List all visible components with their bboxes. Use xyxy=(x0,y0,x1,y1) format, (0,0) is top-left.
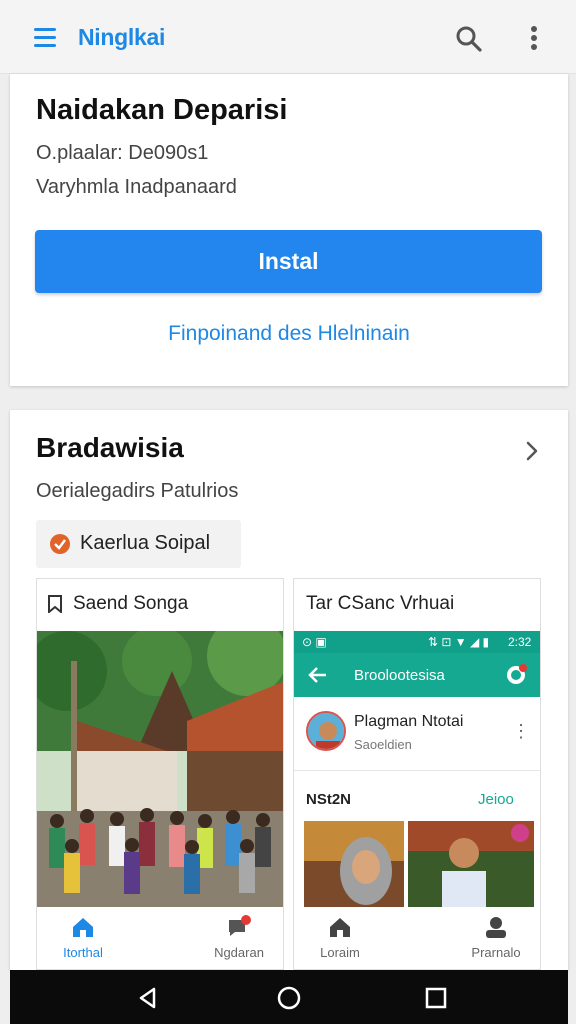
section-row: NSt2N Jeioo xyxy=(294,785,540,815)
screenshot-caption: Saend Songa xyxy=(73,593,189,614)
bookmark-icon xyxy=(47,595,63,615)
back-icon[interactable] xyxy=(134,984,162,1012)
more-vert-icon[interactable] xyxy=(520,22,548,56)
menu-icon[interactable] xyxy=(30,24,62,50)
status-icons: ⊙ ▣ xyxy=(302,635,327,649)
screenshots-section: Bradawisia Oerialegadirs Patulrios Kaerl… xyxy=(10,410,568,970)
profile-photos xyxy=(304,821,534,907)
screenshot-caption: Tar CSanc Vrhuai xyxy=(306,593,455,614)
app-bar-title: Ninglkai xyxy=(78,24,166,50)
status-time: 2:32 xyxy=(508,635,532,649)
signal-icons: ⇅ ⊡ ▼ ◢ ▮ xyxy=(428,635,490,649)
nav-item-profile[interactable]: Prarnalo xyxy=(446,915,540,960)
home-icon xyxy=(73,918,93,937)
screenshot-thumbnail[interactable]: Saend Songa Itorthal Ngdaran xyxy=(36,578,284,970)
section-title: Bradawisia xyxy=(36,432,184,463)
person-icon xyxy=(486,917,506,938)
chevron-right-icon[interactable] xyxy=(520,436,544,466)
more-vert-icon[interactable]: ⋮ xyxy=(512,721,530,742)
install-button[interactable]: Instal xyxy=(35,230,542,293)
nav-label: Itorthal xyxy=(63,945,103,960)
chat-icon[interactable] xyxy=(504,663,528,687)
search-icon[interactable] xyxy=(452,22,486,56)
phone-status-bar: ⊙ ▣ ⇅ ⊡ ▼ ◢ ▮ 2:32 xyxy=(294,631,540,653)
app-info-card: Naidakan Deparisi O.plaalar: De090s1 Var… xyxy=(10,74,568,386)
profile-subtitle: Saoeldien xyxy=(354,737,412,752)
chip-label: Kaerlua Soipal xyxy=(80,532,211,554)
category-chip[interactable]: Kaerlua Soipal xyxy=(36,520,241,568)
phone-toolbar-title: Broolootesisa xyxy=(354,667,445,684)
nav-label: Ngdaran xyxy=(214,945,264,960)
profile-row[interactable]: Plagman Ntotai Saoeldien ⋮ xyxy=(294,697,540,771)
screenshot-thumbnail[interactable]: Tar CSanc Vrhuai ⊙ ▣ ⇅ ⊡ ▼ ◢ ▮ 2:32 Broo… xyxy=(293,578,541,970)
system-nav-bar xyxy=(10,970,568,1024)
more-info-link[interactable]: Finpoinand des Hlelninain xyxy=(10,322,568,346)
back-arrow-icon[interactable] xyxy=(308,666,328,684)
app-name: Naidakan Deparisi xyxy=(36,94,288,126)
app-developer: O.plaalar: De090s1 xyxy=(36,142,209,164)
nav-item-messages[interactable]: Ngdaran xyxy=(189,915,283,960)
phone-toolbar: Broolootesisa xyxy=(294,653,540,697)
profile-name: Plagman Ntotai xyxy=(354,713,464,730)
check-badge-icon xyxy=(50,534,70,554)
bottom-nav: Loraim Prarnalo xyxy=(294,907,540,969)
row-action[interactable]: Jeioo xyxy=(478,791,514,808)
bottom-nav: Itorthal Ngdaran xyxy=(37,907,283,969)
nav-label: Loraim xyxy=(320,945,360,960)
recents-icon[interactable] xyxy=(422,984,450,1012)
nav-item-home[interactable]: Loraim xyxy=(294,915,390,960)
app-bar: Ninglkai xyxy=(0,0,576,74)
home-icon xyxy=(330,918,350,937)
village-photo xyxy=(37,616,283,907)
nav-item-home[interactable]: Itorthal xyxy=(37,915,133,960)
row-title: NSt2N xyxy=(306,791,352,808)
chat-notification-icon xyxy=(229,915,251,936)
home-circle-icon[interactable] xyxy=(275,984,303,1012)
avatar xyxy=(306,711,346,751)
app-category: Varyhmla Inadpanaard xyxy=(36,176,237,198)
section-subtitle: Oerialegadirs Patulrios xyxy=(36,480,239,502)
nav-label: Prarnalo xyxy=(471,945,521,960)
